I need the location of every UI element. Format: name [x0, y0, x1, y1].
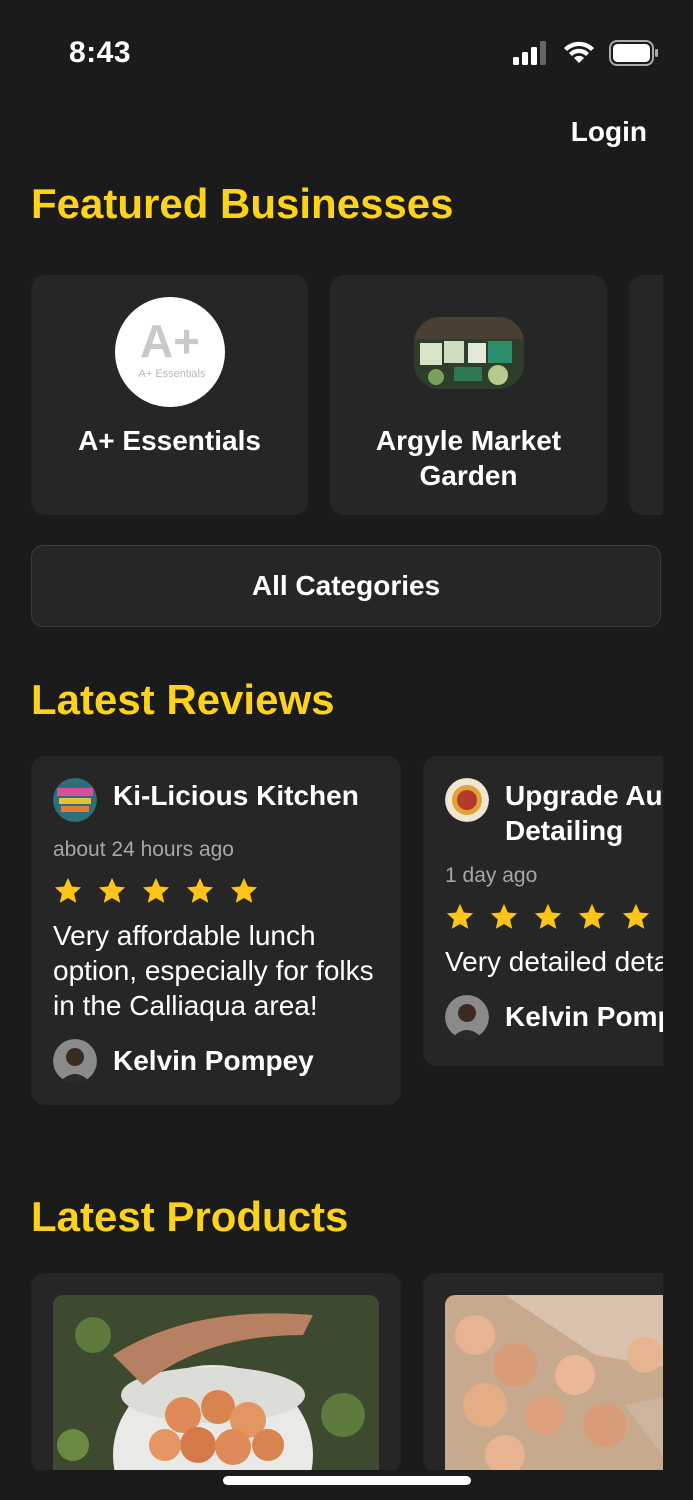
battery-icon	[609, 40, 658, 66]
status-bar: 8:43	[0, 0, 693, 100]
star-icon	[578, 903, 606, 929]
business-card-a-plus-essentials[interactable]: A+ A+ Essentials A+ Essentials	[31, 275, 308, 515]
latest-products-carousel[interactable]	[31, 1273, 663, 1470]
home-indicator[interactable]	[223, 1476, 471, 1485]
review-card[interactable]: Ki-Licious Kitchen about 24 hours ago Ve…	[31, 756, 401, 1105]
user-avatar-icon	[445, 995, 489, 1039]
login-button[interactable]: Login	[571, 116, 647, 148]
review-user-name: Kelvin Pompey	[113, 1045, 314, 1076]
review-time: 1 day ago	[445, 864, 538, 887]
business-name: D	[639, 458, 663, 493]
review-business-name: Ki-Licious Kitchen	[113, 780, 359, 811]
star-icon	[98, 877, 126, 903]
star-icon	[446, 903, 474, 929]
eggs-bucket-photo-icon	[53, 1295, 379, 1470]
star-icon	[622, 903, 650, 929]
rating-stars	[53, 876, 379, 906]
review-text: Very affordable lunch option, especially…	[53, 920, 374, 1021]
latest-reviews-title: Latest Reviews	[31, 676, 335, 723]
cellular-signal-icon	[513, 41, 546, 65]
star-icon	[534, 903, 562, 929]
star-icon	[142, 877, 170, 903]
logo-text: A+	[140, 315, 200, 367]
review-user-name: Kelvin Pompey	[505, 1001, 663, 1032]
business-name: Argyle Market Garden	[375, 425, 562, 491]
review-text: Very detailed detailing	[445, 946, 663, 977]
rating-stars	[445, 902, 663, 932]
user-avatar-icon	[53, 1039, 97, 1083]
latest-reviews-carousel[interactable]: Ki-Licious Kitchen about 24 hours ago Ve…	[31, 756, 663, 1146]
status-icons	[513, 40, 659, 66]
featured-businesses-carousel[interactable]: A+ A+ Essentials A+ Essentials Argyle Ma…	[31, 275, 663, 515]
featured-businesses-title: Featured Businesses	[31, 180, 454, 227]
review-business-name: Upgrade Auto Detailing	[505, 780, 663, 846]
star-icon	[186, 877, 214, 903]
business-name: A+ Essentials	[78, 425, 261, 456]
product-card[interactable]	[31, 1273, 401, 1470]
business-logo-icon	[53, 778, 97, 822]
review-card[interactable]: Upgrade Auto Detailing 1 day ago Very de…	[423, 756, 663, 1066]
business-logo-icon	[445, 778, 489, 822]
star-icon	[490, 903, 518, 929]
status-time: 8:43	[69, 36, 132, 69]
all-categories-button[interactable]: All Categories	[31, 545, 661, 627]
logo-subtext: A+ Essentials	[139, 368, 206, 380]
star-icon	[54, 877, 82, 903]
star-icon	[230, 877, 258, 903]
market-produce-photo-icon	[414, 317, 524, 389]
wifi-icon	[564, 41, 594, 63]
review-time: about 24 hours ago	[53, 838, 234, 861]
business-card-argyle-market-garden[interactable]: Argyle Market Garden	[330, 275, 607, 515]
baby-chicks-photo-icon	[445, 1295, 663, 1470]
a-plus-essentials-logo-icon: A+ A+ Essentials	[115, 297, 225, 407]
product-card[interactable]	[423, 1273, 663, 1470]
business-card-partial[interactable]: D	[629, 275, 663, 515]
latest-products-title: Latest Products	[31, 1193, 349, 1240]
